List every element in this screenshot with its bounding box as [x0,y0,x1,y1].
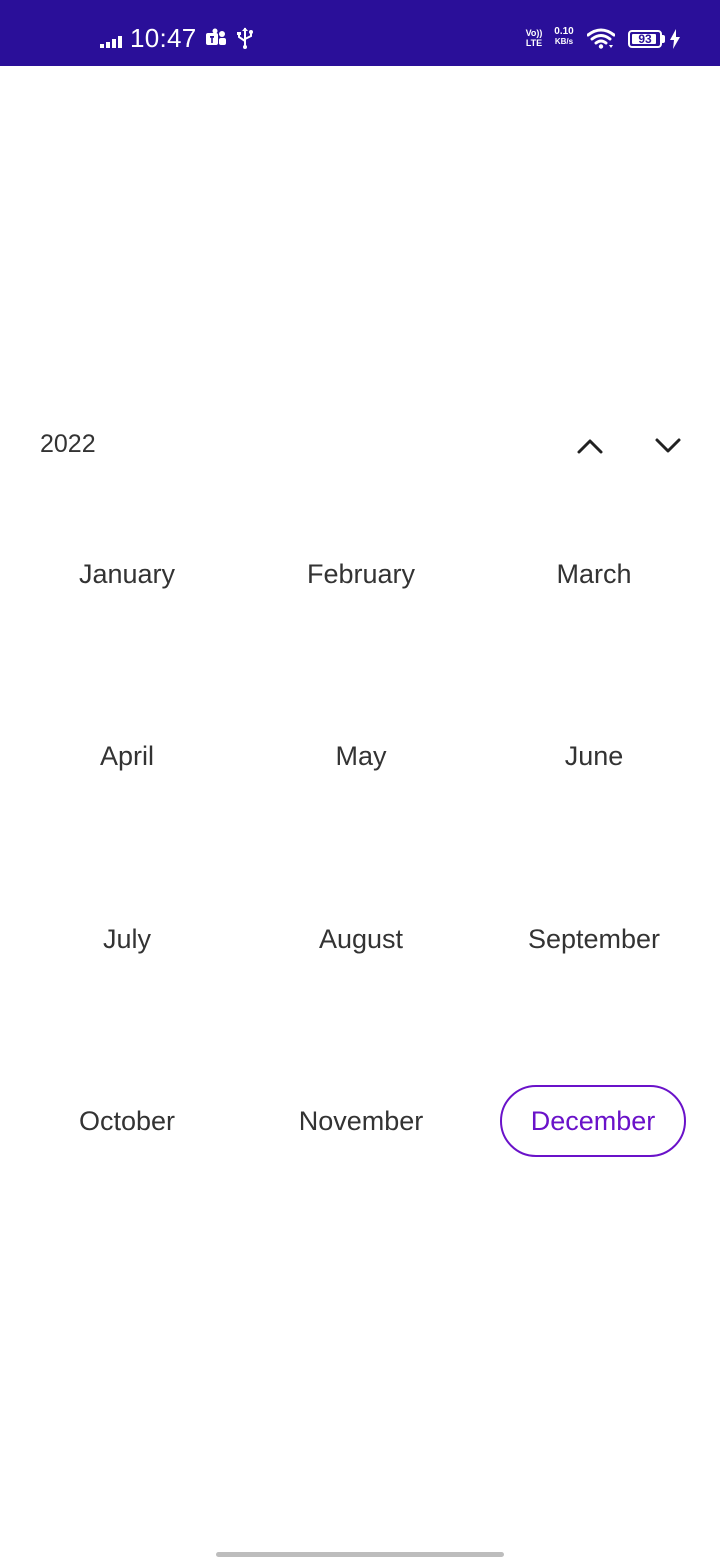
network-speed: 0.10 KB/s [550,27,578,47]
chevron-down-icon [655,438,681,453]
volte-indicator: Vo)) LTE [522,28,546,48]
month-june[interactable]: June [501,720,687,792]
month-october[interactable]: October [34,1085,220,1157]
year-label[interactable]: 2022 [40,428,96,460]
speed-value: 0.10 [554,26,574,37]
clock-time: 10:47 [130,23,197,53]
month-september[interactable]: September [501,903,687,975]
status-bar: 10:47 Vo)) LTE 0.10 KB/s 93 [0,0,720,66]
previous-year-button[interactable] [568,424,612,468]
month-july[interactable]: July [34,903,220,975]
month-january[interactable]: January [34,538,220,610]
battery-tip [662,35,665,43]
wifi-icon [587,28,615,49]
teams-icon [206,28,226,45]
chevron-up-icon [577,439,603,454]
month-february[interactable]: February [268,538,454,610]
signal-icon [100,36,122,48]
month-november[interactable]: November [268,1085,454,1157]
charging-icon [670,29,680,49]
month-december[interactable]: December [500,1085,686,1157]
month-may[interactable]: May [268,720,454,792]
month-april[interactable]: April [34,720,220,792]
home-indicator[interactable] [216,1552,504,1557]
volte-label: Vo)) [525,28,543,38]
usb-icon [237,27,253,49]
lte-label: LTE [525,38,543,48]
month-march[interactable]: March [501,538,687,610]
speed-unit: KB/s [554,37,574,46]
next-year-button[interactable] [646,424,690,468]
battery-level: 93 [638,32,652,46]
month-august[interactable]: August [268,903,454,975]
battery-icon: 93 [628,30,662,48]
